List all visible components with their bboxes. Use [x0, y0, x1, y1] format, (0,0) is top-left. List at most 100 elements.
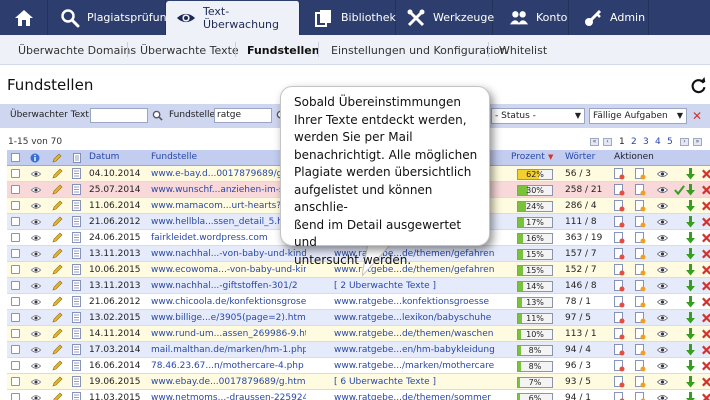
cell-fundstelle-link[interactable]: www.nachhal...-von-baby-und-kind	[151, 249, 306, 259]
compare-document-icon[interactable]	[614, 184, 625, 196]
row-checkbox[interactable]	[11, 361, 20, 370]
compare-document-icon[interactable]	[614, 280, 625, 292]
down-arrow-icon[interactable]	[685, 216, 696, 228]
down-arrow-icon[interactable]	[685, 264, 696, 276]
subnav-whitelist[interactable]: Whitelist	[499, 44, 547, 57]
row-checkbox[interactable]	[11, 377, 20, 386]
view-eye-icon[interactable]	[657, 296, 668, 308]
cell-fundstelle-link[interactable]: mail.malthan.de/marken/hm-1.php	[151, 345, 306, 355]
view-eye-icon[interactable]	[657, 232, 668, 244]
col-prozent[interactable]: Prozent	[511, 152, 545, 162]
cell-fundstelle-link[interactable]: www.chicoola.de/konfektionsgrosen	[151, 297, 306, 307]
cell-source-link[interactable]: [ 2 Überwachte Texte ]	[334, 281, 509, 291]
first-page-icon[interactable]: «	[590, 138, 599, 146]
pencil-icon[interactable]	[52, 360, 63, 371]
delete-icon[interactable]	[701, 168, 710, 180]
page-4[interactable]: 4	[655, 137, 661, 147]
note-document-icon[interactable]	[635, 392, 646, 400]
pencil-icon[interactable]	[52, 168, 63, 179]
filter-text-input[interactable]	[90, 108, 148, 123]
eye-icon[interactable]	[31, 346, 41, 354]
compare-document-icon[interactable]	[614, 376, 625, 388]
note-document-icon[interactable]	[635, 328, 646, 340]
row-checkbox[interactable]	[11, 169, 20, 178]
view-eye-icon[interactable]	[657, 248, 668, 260]
delete-icon[interactable]	[701, 344, 710, 356]
eye-icon[interactable]	[31, 362, 41, 370]
delete-icon[interactable]	[701, 216, 710, 228]
document-icon[interactable]	[72, 168, 81, 179]
cell-fundstelle-link[interactable]: www.netmoms...-draussen-22592462	[151, 393, 306, 400]
compare-document-icon[interactable]	[614, 312, 625, 324]
tab-plagiatspruefung[interactable]: Plagiatsprüfung	[48, 0, 174, 35]
compare-document-icon[interactable]	[614, 168, 625, 180]
row-checkbox[interactable]	[11, 281, 20, 290]
row-checkbox[interactable]	[11, 217, 20, 226]
row-checkbox[interactable]	[11, 393, 20, 400]
tab-bibliothek[interactable]: Bibliothek	[304, 0, 396, 35]
row-checkbox[interactable]	[11, 185, 20, 194]
note-document-icon[interactable]	[635, 280, 646, 292]
note-document-icon[interactable]	[635, 264, 646, 276]
document-icon[interactable]	[72, 248, 81, 259]
note-document-icon[interactable]	[635, 376, 646, 388]
down-arrow-icon[interactable]	[685, 344, 696, 356]
status-select[interactable]: - Status - ▼	[491, 108, 585, 124]
last-page-icon[interactable]: »	[693, 138, 702, 146]
compare-document-icon[interactable]	[614, 344, 625, 356]
filter-fund-input[interactable]: ratge	[214, 108, 272, 123]
cell-fundstelle-link[interactable]: www.nachhal...-giftstoffen-301/2	[151, 281, 306, 291]
table-row[interactable]: 13.02.2015 www.billige...e/3905(page=2).h…	[7, 310, 710, 326]
cell-fundstelle-link[interactable]: www.ecowoma...-von-baby-und-kind	[151, 265, 306, 275]
view-eye-icon[interactable]	[657, 264, 668, 276]
compare-document-icon[interactable]	[614, 232, 625, 244]
pencil-icon[interactable]	[52, 312, 63, 323]
eye-icon[interactable]	[31, 250, 41, 258]
row-checkbox[interactable]	[11, 345, 20, 354]
delete-icon[interactable]	[701, 376, 710, 388]
view-eye-icon[interactable]	[657, 200, 668, 212]
compare-document-icon[interactable]	[614, 216, 625, 228]
row-checkbox[interactable]	[11, 249, 20, 258]
eye-icon[interactable]	[31, 202, 41, 210]
down-arrow-icon[interactable]	[685, 232, 696, 244]
document-icon[interactable]	[72, 200, 81, 211]
note-document-icon[interactable]	[635, 360, 646, 372]
down-arrow-icon[interactable]	[685, 184, 696, 196]
view-eye-icon[interactable]	[657, 328, 668, 340]
eye-icon[interactable]	[31, 298, 41, 306]
cell-source-link[interactable]: [ 6 Überwachte Texte ]	[334, 377, 509, 387]
cell-source-link[interactable]: www.ratgebe.../marken/mothercare	[334, 361, 509, 371]
view-eye-icon[interactable]	[657, 376, 668, 388]
delete-icon[interactable]	[701, 200, 710, 212]
note-document-icon[interactable]	[635, 200, 646, 212]
page-3[interactable]: 3	[643, 137, 649, 147]
eye-icon[interactable]	[31, 266, 41, 274]
next-page-icon[interactable]: ›	[680, 138, 689, 146]
refresh-icon[interactable]	[690, 77, 707, 94]
tab-home[interactable]	[0, 0, 48, 35]
check-icon[interactable]	[674, 184, 685, 196]
cell-source-link[interactable]: www.ratgebe...konfektionsgroesse	[334, 297, 509, 307]
view-eye-icon[interactable]	[657, 184, 668, 196]
note-document-icon[interactable]	[635, 168, 646, 180]
tab-konto[interactable]: Konto	[497, 0, 569, 35]
subnav-ueberwachte-domains[interactable]: Überwachte Domains	[18, 44, 136, 57]
pencil-icon[interactable]	[52, 264, 63, 275]
compare-document-icon[interactable]	[614, 200, 625, 212]
down-arrow-icon[interactable]	[685, 168, 696, 180]
delete-icon[interactable]	[701, 248, 710, 260]
pencil-icon[interactable]	[52, 392, 63, 400]
pencil-icon[interactable]	[52, 344, 63, 355]
pencil-icon[interactable]	[52, 328, 63, 339]
note-document-icon[interactable]	[635, 216, 646, 228]
row-checkbox[interactable]	[11, 265, 20, 274]
table-row[interactable]: 17.03.2014 mail.malthan.de/marken/hm-1.ph…	[7, 342, 710, 358]
eye-icon[interactable]	[31, 186, 41, 194]
compare-document-icon[interactable]	[614, 296, 625, 308]
tab-admin[interactable]: Admin	[571, 0, 649, 35]
page-5[interactable]: 5	[667, 137, 673, 147]
table-row[interactable]: 16.06.2014 78.46.23.67...n/mothercare-4.p…	[7, 358, 710, 374]
cell-fundstelle-link[interactable]: 78.46.23.67...n/mothercare-4.php	[151, 361, 306, 371]
subnav-ueberwachte-texte[interactable]: Überwachte Texte	[140, 44, 239, 57]
